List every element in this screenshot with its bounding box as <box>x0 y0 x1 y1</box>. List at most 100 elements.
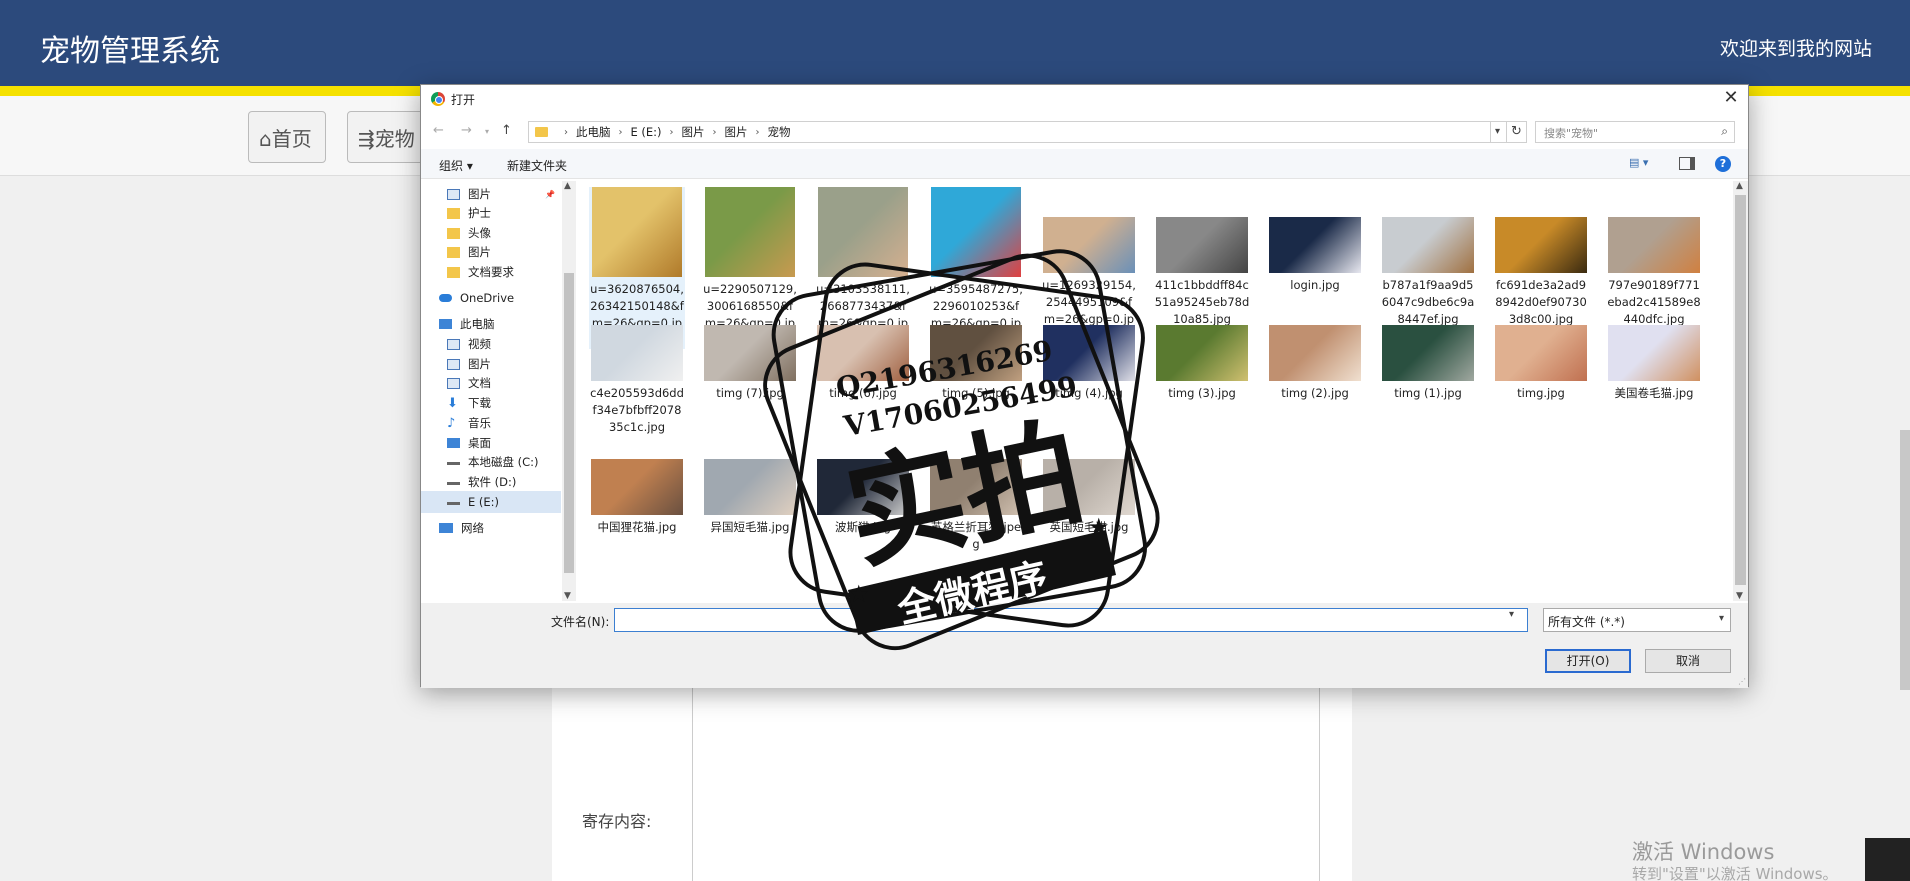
open-button[interactable]: 打开(O) <box>1545 649 1631 673</box>
search-input[interactable]: 搜索"宠物" ⌕ <box>1535 121 1735 143</box>
scroll-up-icon[interactable]: ▲ <box>1736 181 1743 191</box>
page-scrollbar[interactable] <box>1900 430 1910 690</box>
file-name: timg (7).jpg <box>716 386 784 400</box>
file-item[interactable]: u=1269329154,2544495109&fm=26&gp=0.jpg <box>1041 187 1137 345</box>
file-item[interactable]: timg (5).jpg <box>928 325 1024 402</box>
scroll-thumb[interactable] <box>1735 195 1746 585</box>
file-item[interactable]: 797e90189f771ebad2c41589e8440dfc.jpg <box>1606 187 1702 328</box>
file-item[interactable]: timg (3).jpg <box>1154 325 1250 402</box>
storage-content-field[interactable] <box>692 688 1320 881</box>
home-nav-button[interactable]: ⌂首页 <box>248 111 326 163</box>
refresh-icon[interactable]: ↻ <box>1507 121 1527 143</box>
nav-item[interactable]: ♪ 音乐 <box>421 412 561 434</box>
file-item[interactable]: c4e205593d6ddf34e7bfbff207835c1c.jpg <box>589 325 685 436</box>
file-item[interactable]: timg.jpg <box>1493 325 1589 402</box>
nav-item[interactable]: 图片 <box>421 241 561 263</box>
nav-item-label: 此电脑 <box>460 317 495 331</box>
file-item[interactable]: 英国短毛猫.jpg <box>1041 449 1137 536</box>
organize-button[interactable]: 组织 ▾ <box>439 157 473 174</box>
pin-icon: 📌 <box>545 189 555 199</box>
windows-activation-title: 激活 Windows <box>1632 840 1775 864</box>
address-dropdown-icon[interactable]: ▾ <box>1489 121 1507 143</box>
breadcrumb-item[interactable]: 此电脑 <box>576 124 611 140</box>
nav-item-label: 本地磁盘 (C:) <box>468 455 539 469</box>
address-bar[interactable]: › 此电脑 › E (E:) › 图片 › 图片 › 宠物 <box>528 121 1491 143</box>
breadcrumb-item[interactable]: 宠物 <box>768 124 791 140</box>
file-item[interactable]: timg (6).jpg <box>815 325 911 402</box>
filename-dropdown-icon[interactable]: ▾ <box>1509 609 1514 620</box>
file-type-select[interactable]: 所有文件 (*.*) ▾ <box>1543 608 1731 632</box>
dialog-footer: 文件名(N): ▾ 所有文件 (*.*) ▾ 打开(O) 取消 ⋰ <box>421 603 1748 688</box>
forward-arrow-icon[interactable]: → <box>461 123 472 138</box>
file-item[interactable]: timg (4).jpg <box>1041 325 1137 402</box>
nav-item[interactable]: 本地磁盘 (C:) <box>421 451 561 473</box>
breadcrumb-item[interactable]: 图片 <box>725 124 748 140</box>
recent-chevron-icon[interactable]: ▾ <box>485 127 489 136</box>
file-item[interactable]: 异国短毛猫.jpg <box>702 449 798 536</box>
folder-icon <box>447 246 460 258</box>
close-icon[interactable]: ✕ <box>1720 87 1742 109</box>
scroll-up-icon[interactable]: ▲ <box>564 181 571 191</box>
network-icon <box>439 523 453 533</box>
file-item[interactable]: 中国狸花猫.jpg <box>589 449 685 536</box>
resize-grip-icon[interactable]: ⋰ <box>1738 677 1746 686</box>
site-header: 宠物管理系统 欢迎来到我的网站 <box>0 0 1910 96</box>
nav-item[interactable]: 此电脑 <box>421 313 561 335</box>
file-thumbnail <box>1608 325 1700 381</box>
file-name: timg (5).jpg <box>942 386 1010 400</box>
file-item[interactable]: login.jpg <box>1267 187 1363 294</box>
file-thumbnail <box>1043 325 1135 381</box>
breadcrumb-item[interactable]: 图片 <box>682 124 705 140</box>
navigation-scrollbar[interactable]: ▲ ▼ <box>562 181 576 601</box>
file-item[interactable]: 波斯猫.jpg <box>815 449 911 536</box>
breadcrumb-item[interactable]: E (E:) <box>631 125 662 139</box>
file-item[interactable]: b787a1f9aa9d56047c9dbe6c9a8447ef.jpg <box>1380 187 1476 328</box>
dialog-toolbar: 组织 ▾ 新建文件夹 ▤ ▾ ? <box>421 149 1748 179</box>
nav-item[interactable]: 文档 <box>421 372 561 394</box>
preview-pane-icon[interactable] <box>1679 157 1695 170</box>
file-item[interactable]: timg (1).jpg <box>1380 325 1476 402</box>
help-icon[interactable]: ? <box>1715 156 1731 172</box>
nav-item-label: 音乐 <box>468 416 491 430</box>
nav-item[interactable]: 软件 (D:) <box>421 471 561 493</box>
nav-item[interactable]: OneDrive <box>421 287 561 309</box>
nav-item[interactable]: 网络 <box>421 517 561 539</box>
nav-item[interactable]: 文档要求 <box>421 261 561 283</box>
nav-item[interactable]: 视频 <box>421 333 561 355</box>
onedrive-icon <box>439 294 452 302</box>
new-folder-button[interactable]: 新建文件夹 <box>507 157 567 174</box>
scroll-down-icon[interactable]: ▼ <box>1736 591 1743 601</box>
scroll-thumb[interactable] <box>564 273 574 573</box>
nav-item[interactable]: ⬇ 下载 <box>421 392 561 414</box>
chevron-right-icon: › <box>669 126 674 138</box>
up-arrow-icon[interactable]: ↑ <box>501 123 512 138</box>
breadcrumb: › 此电脑 › E (E:) › 图片 › 图片 › 宠物 <box>556 124 791 140</box>
nav-item[interactable]: 护士 <box>421 202 561 224</box>
nav-item-label: 下载 <box>468 396 491 410</box>
file-item[interactable]: timg (7).jpg <box>702 325 798 402</box>
scroll-down-icon[interactable]: ▼ <box>564 591 571 601</box>
cancel-button[interactable]: 取消 <box>1645 649 1731 673</box>
file-name: login.jpg <box>1290 278 1340 292</box>
file-thumbnail <box>818 187 908 277</box>
file-item[interactable]: timg (2).jpg <box>1267 325 1363 402</box>
search-placeholder: 搜索"宠物" <box>1544 127 1599 140</box>
file-grid-scrollbar[interactable]: ▲ ▼ <box>1733 181 1748 601</box>
back-arrow-icon[interactable]: ← <box>433 123 444 138</box>
file-thumbnail <box>1156 325 1248 381</box>
file-name: 797e90189f771ebad2c41589e8440dfc.jpg <box>1607 278 1701 326</box>
file-thumbnail <box>817 325 909 381</box>
file-item[interactable]: 苏格兰折耳猫.jpeg <box>928 449 1024 553</box>
search-icon[interactable]: ⌕ <box>1721 124 1728 139</box>
drive-icon <box>447 499 460 505</box>
file-thumbnail <box>1269 217 1361 273</box>
nav-item[interactable]: E (E:) <box>421 491 561 513</box>
file-thumbnail <box>1043 217 1135 273</box>
this-pc-icon <box>439 319 452 329</box>
file-item[interactable]: 411c1bbddff84c51a95245eb78d10a85.jpg <box>1154 187 1250 328</box>
view-options-icon[interactable]: ▤ ▾ <box>1629 156 1655 172</box>
filename-input[interactable] <box>614 608 1528 632</box>
nav-item-label: 图片 <box>468 245 491 259</box>
file-item[interactable]: 美国卷毛猫.jpg <box>1606 325 1702 402</box>
file-item[interactable]: fc691de3a2ad98942d0ef907303d8c00.jpg <box>1493 187 1589 328</box>
